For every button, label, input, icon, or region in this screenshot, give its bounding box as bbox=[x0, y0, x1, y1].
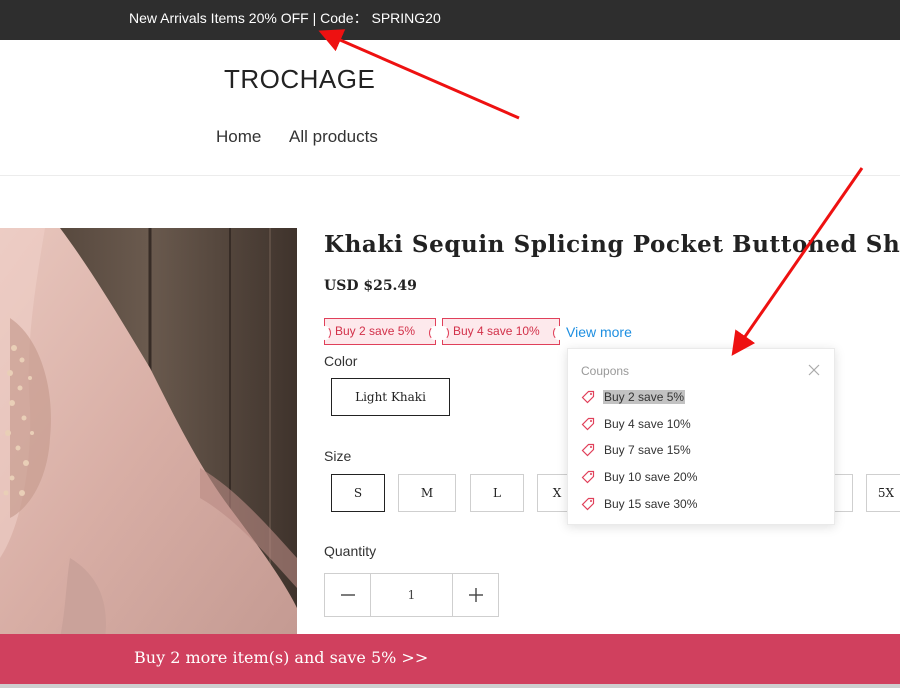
quantity-decrease-button[interactable] bbox=[325, 574, 370, 616]
bundle-discount-bar[interactable]: Buy 2 more item(s) and save 5% >> bbox=[0, 634, 900, 684]
coupon-item[interactable]: Buy 2 save 5% bbox=[581, 388, 686, 406]
header-divider bbox=[0, 175, 900, 176]
coupon-item[interactable]: Buy 10 save 20% bbox=[581, 468, 698, 486]
size-option-l[interactable]: L bbox=[470, 474, 524, 512]
quantity-input[interactable]: 1 bbox=[370, 574, 453, 616]
coupons-popover: Coupons Buy 2 save 5% Buy 4 save 10% Buy… bbox=[567, 348, 835, 525]
color-option-light-khaki[interactable]: Light Khaki bbox=[331, 378, 450, 416]
bottom-divider bbox=[0, 684, 900, 688]
announcement-bar: New Arrivals Items 20% OFF | Code： SPRIN… bbox=[0, 0, 900, 40]
tag-icon bbox=[581, 390, 595, 404]
tag-icon bbox=[581, 497, 595, 511]
tag-icon bbox=[581, 417, 595, 431]
bundle-discount-text[interactable]: Buy 2 more item(s) and save 5% >> bbox=[134, 648, 428, 667]
coupon-item-label: Buy 2 save 5% bbox=[603, 390, 686, 404]
product-photo-illustration bbox=[0, 228, 297, 638]
product-image[interactable] bbox=[0, 228, 297, 638]
quantity-stepper: 1 bbox=[324, 573, 499, 617]
size-option-m[interactable]: M bbox=[398, 474, 456, 512]
tag-icon bbox=[581, 443, 595, 457]
minus-icon bbox=[340, 594, 355, 596]
announcement-text: New Arrivals Items 20% OFF | Code： SPRIN… bbox=[129, 10, 441, 26]
close-icon[interactable] bbox=[807, 363, 821, 377]
color-label: Color bbox=[324, 353, 358, 369]
coupons-popover-title: Coupons bbox=[581, 364, 630, 378]
coupon-item[interactable]: Buy 15 save 30% bbox=[581, 495, 698, 513]
size-option-s[interactable]: S bbox=[331, 474, 385, 512]
size-label: Size bbox=[324, 448, 352, 464]
size-option-5x[interactable]: 5X bbox=[866, 474, 900, 512]
tag-icon bbox=[581, 470, 595, 484]
coupon-item[interactable]: Buy 4 save 10% bbox=[581, 415, 692, 433]
product-title: Khaki Sequin Splicing Pocket Buttoned Sh… bbox=[324, 231, 900, 258]
quantity-increase-button[interactable] bbox=[453, 574, 498, 616]
annotation-arrow bbox=[731, 167, 864, 356]
coupon-item-label: Buy 15 save 30% bbox=[604, 497, 698, 511]
coupon-item-label: Buy 10 save 20% bbox=[604, 470, 698, 484]
nav-home[interactable]: Home bbox=[216, 127, 261, 147]
product-price: USD $25.49 bbox=[324, 278, 417, 294]
coupon-item[interactable]: Buy 7 save 15% bbox=[581, 441, 692, 459]
coupon-item-label: Buy 4 save 10% bbox=[604, 417, 691, 431]
quantity-label: Quantity bbox=[324, 543, 377, 559]
coupon-tag[interactable]: Buy 2 save 5% bbox=[319, 318, 441, 345]
store-logo[interactable]: TROCHAGE bbox=[224, 64, 375, 95]
coupon-tag[interactable]: Buy 4 save 10% bbox=[437, 318, 565, 345]
plus-icon bbox=[468, 588, 483, 602]
nav-all-products[interactable]: All products bbox=[289, 127, 378, 147]
view-more-coupons-link[interactable]: View more bbox=[566, 324, 632, 340]
coupon-item-label: Buy 7 save 15% bbox=[604, 443, 691, 457]
